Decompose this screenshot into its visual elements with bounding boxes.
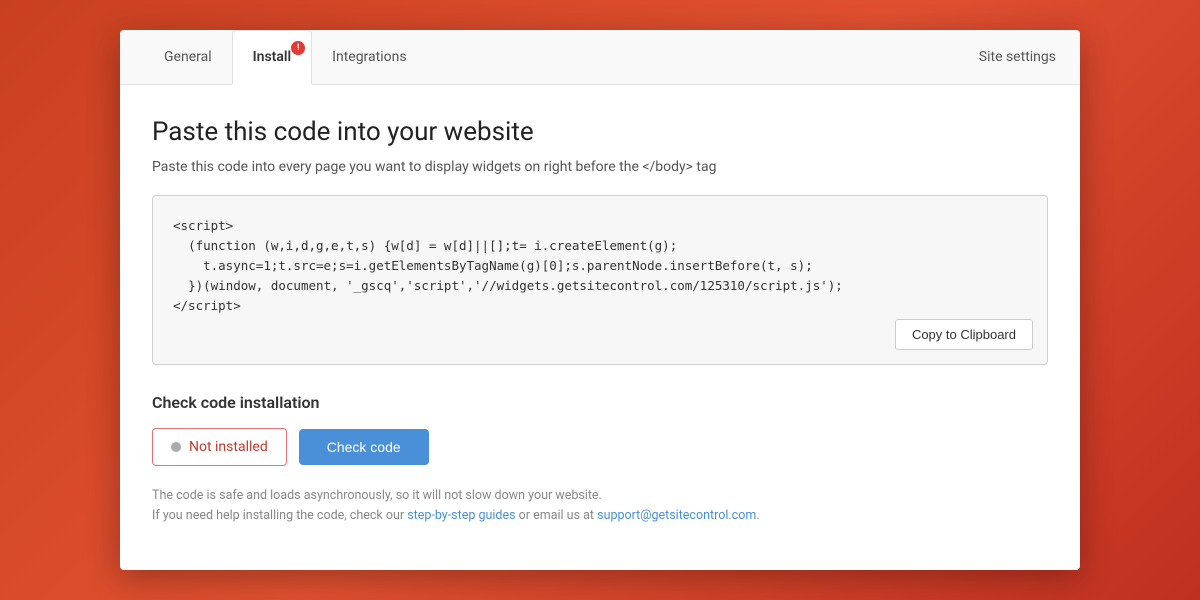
site-settings-link[interactable]: Site settings <box>979 31 1056 83</box>
copy-to-clipboard-button[interactable]: Copy to Clipboard <box>895 319 1033 350</box>
tab-general[interactable]: General <box>144 31 232 85</box>
check-section-title: Check code installation <box>152 393 1048 412</box>
footer-prefix: If you need help installing the code, ch… <box>152 508 407 523</box>
code-block: <script> (function (w,i,d,g,e,t,s) {w[d]… <box>152 195 1048 365</box>
check-code-button[interactable]: Check code <box>299 429 429 465</box>
footer-note: The code is safe and loads asynchronousl… <box>152 486 1048 526</box>
install-status-row: Not installed Check code <box>152 428 1048 466</box>
install-badge: ! <box>291 41 305 55</box>
page-title: Paste this code into your website <box>152 117 1048 147</box>
tab-bar: General Install ! Integrations Site sett… <box>120 30 1080 85</box>
status-dot-icon <box>171 442 181 452</box>
footer-line2: If you need help installing the code, ch… <box>152 506 1048 526</box>
footer-end: . <box>756 508 759 523</box>
tab-install[interactable]: Install ! <box>232 30 313 85</box>
code-snippet: <script> (function (w,i,d,g,e,t,s) {w[d]… <box>173 216 1027 316</box>
tab-integrations[interactable]: Integrations <box>312 31 426 85</box>
modal-content: Paste this code into your website Paste … <box>120 85 1080 554</box>
footer-line1: The code is safe and loads asynchronousl… <box>152 486 1048 506</box>
not-installed-badge: Not installed <box>152 428 287 466</box>
step-by-step-guides-link[interactable]: step-by-step guides <box>407 508 515 523</box>
page-subtitle: Paste this code into every page you want… <box>152 159 1048 175</box>
support-email-link[interactable]: support@getsitecontrol.com <box>597 508 756 523</box>
modal-dialog: General Install ! Integrations Site sett… <box>120 30 1080 570</box>
not-installed-label: Not installed <box>189 439 268 455</box>
footer-middle: or email us at <box>516 508 598 523</box>
